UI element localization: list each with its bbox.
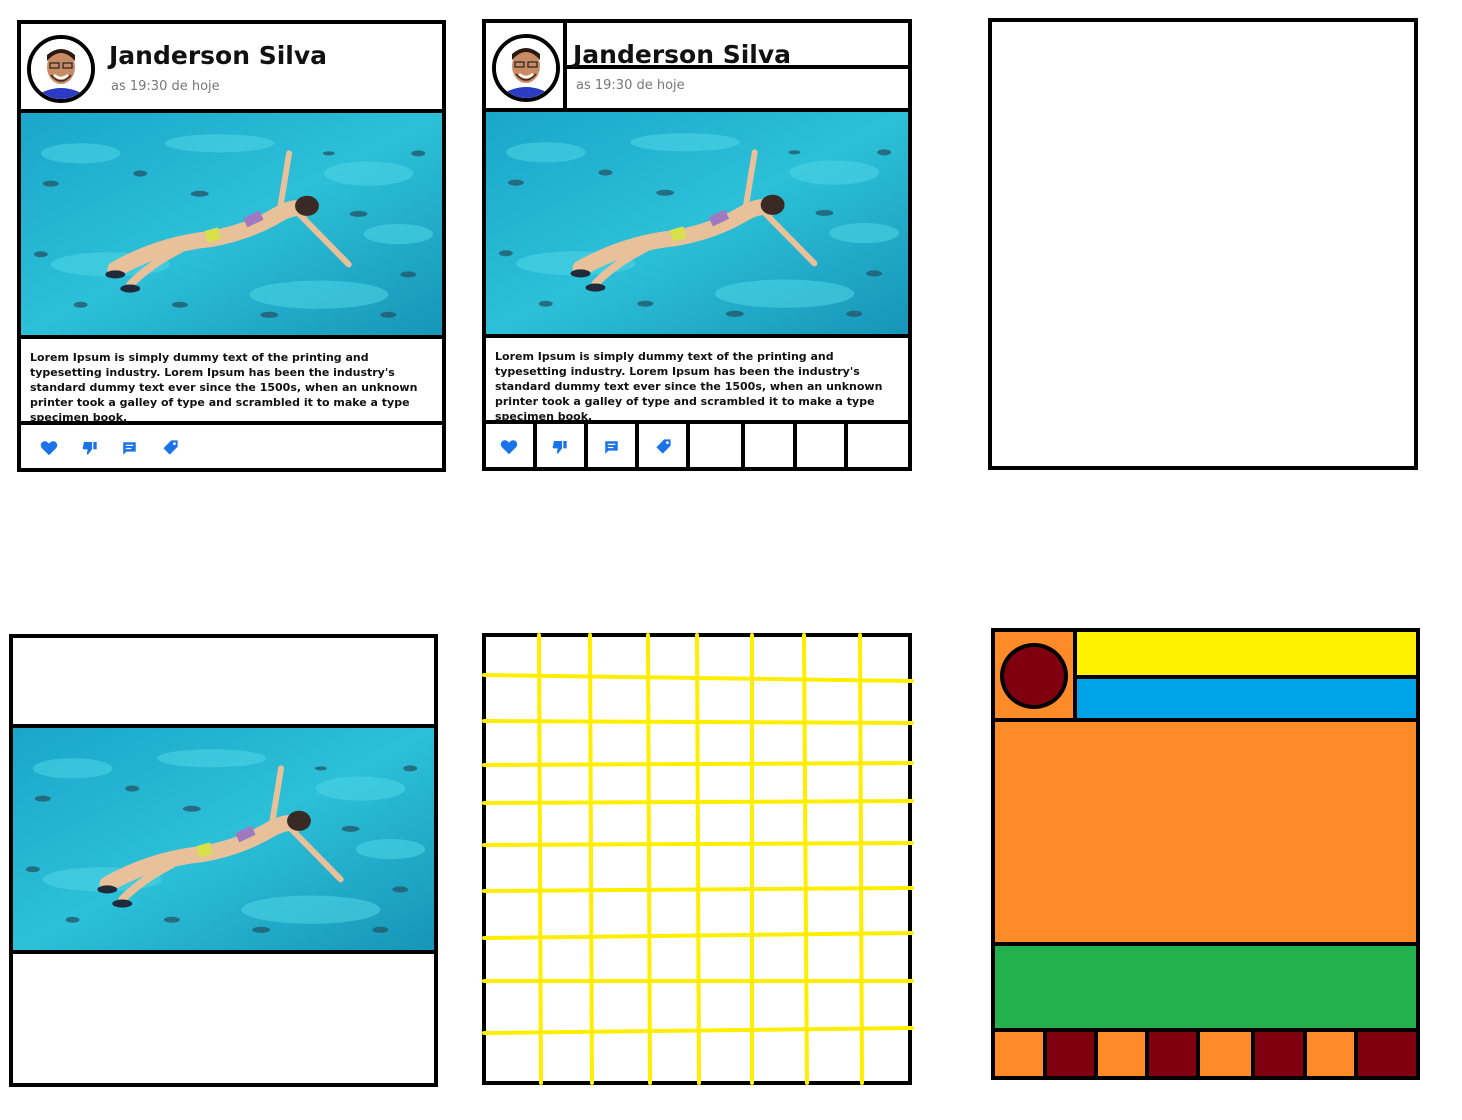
action-cell-region xyxy=(995,1032,1043,1076)
action-cell-border xyxy=(741,420,745,470)
avatar-circle-region xyxy=(1000,643,1068,709)
image-region xyxy=(995,722,1416,942)
layout-grid xyxy=(482,633,914,1085)
action-cell-region xyxy=(1255,1032,1303,1076)
post-timestamp: as 19:30 de hoje xyxy=(576,78,685,93)
tag-icon[interactable] xyxy=(162,439,179,456)
action-cell-region xyxy=(1200,1032,1251,1076)
action-cell-region xyxy=(1098,1032,1145,1076)
post-photo[interactable] xyxy=(486,112,908,334)
author-avatar[interactable] xyxy=(27,35,95,103)
actions-divider xyxy=(17,421,446,425)
action-cell-border xyxy=(584,420,588,470)
action-cell-region xyxy=(1149,1032,1196,1076)
comment-icon[interactable] xyxy=(122,441,137,456)
dislike-icon[interactable] xyxy=(552,439,568,455)
photo-divider xyxy=(482,334,912,338)
action-cell-region xyxy=(1047,1032,1094,1076)
action-cell-border xyxy=(844,420,848,470)
like-icon[interactable] xyxy=(500,439,518,455)
post-body-text: Lorem Ipsum is simply dummy text of the … xyxy=(495,350,883,423)
action-cell-border xyxy=(686,420,690,470)
photo-divider xyxy=(17,335,446,339)
time-region xyxy=(1077,679,1416,718)
author-name[interactable]: Janderson Silva xyxy=(573,40,791,69)
action-cell-region xyxy=(1307,1032,1354,1076)
post-timestamp: as 19:30 de hoje xyxy=(111,79,220,94)
dislike-icon[interactable] xyxy=(82,440,98,456)
tag-icon[interactable] xyxy=(655,438,672,455)
post-photo[interactable] xyxy=(21,113,442,335)
action-cell-border xyxy=(793,420,797,470)
photo-divider xyxy=(9,950,438,954)
author-avatar[interactable] xyxy=(492,34,560,102)
post-photo[interactable] xyxy=(13,728,434,950)
like-icon[interactable] xyxy=(40,440,58,456)
action-cell-region xyxy=(1358,1032,1416,1076)
author-name[interactable]: Janderson Silva xyxy=(109,41,327,70)
action-cell-border xyxy=(533,420,537,470)
comment-icon[interactable] xyxy=(604,440,619,455)
empty-card-frame xyxy=(988,18,1418,470)
action-cell-border xyxy=(635,420,639,470)
name-region xyxy=(1077,632,1416,675)
post-body-text: Lorem Ipsum is simply dummy text of the … xyxy=(30,351,418,424)
text-region xyxy=(995,946,1416,1028)
